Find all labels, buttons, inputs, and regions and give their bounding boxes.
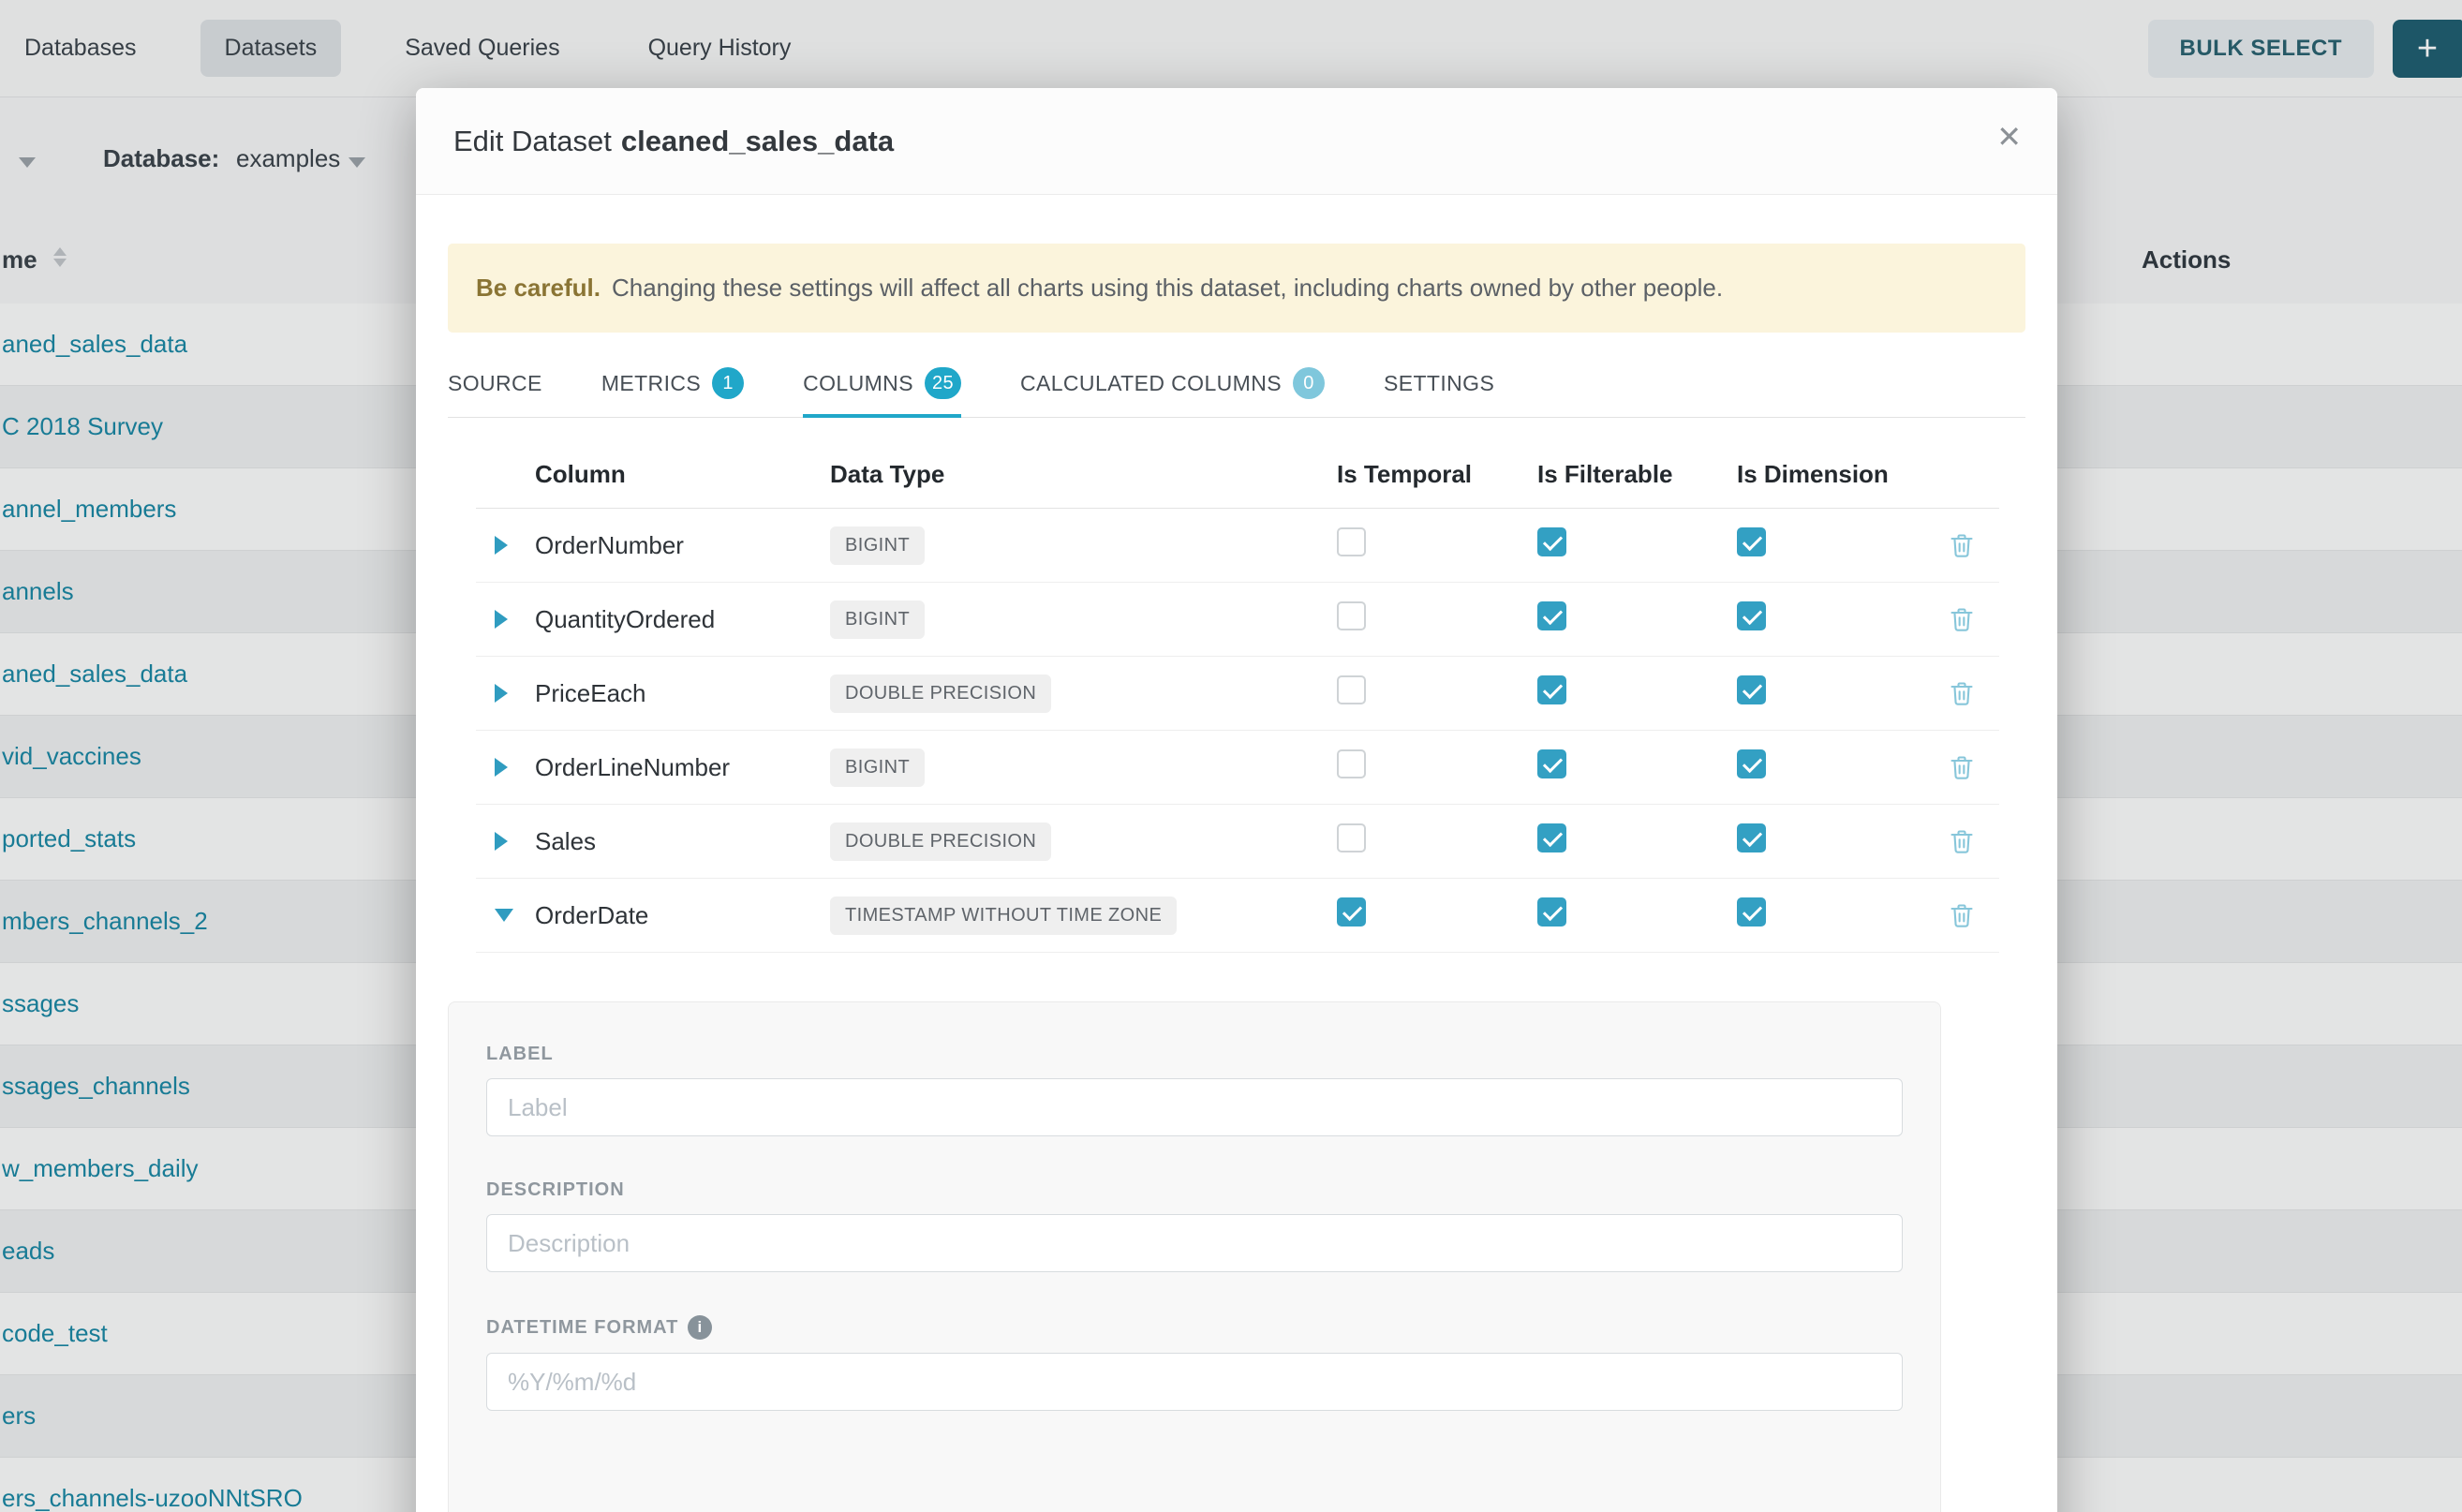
tab-count-badge: 25 xyxy=(925,367,961,399)
column-row: OrderDate TIMESTAMP WITHOUT TIME ZONE xyxy=(476,879,1999,953)
modal-tab-calculated-columns[interactable]: CALCULATED COLUMNS 0 xyxy=(1020,349,1325,417)
is-filterable-checkbox[interactable] xyxy=(1537,601,1566,630)
col-header-data-type: Data Type xyxy=(830,460,1337,489)
is-dimension-checkbox[interactable] xyxy=(1737,823,1766,852)
delete-column-button[interactable] xyxy=(1924,828,1999,854)
data-type-pill: BIGINT xyxy=(830,600,925,639)
modal-tab-settings[interactable]: SETTINGS xyxy=(1384,349,1494,417)
delete-column-button[interactable] xyxy=(1924,754,1999,780)
edit-dataset-modal: Edit Dataset cleaned_sales_data ✕ Be care… xyxy=(416,88,2057,1512)
trash-icon xyxy=(1949,606,1975,632)
is-temporal-checkbox[interactable] xyxy=(1337,601,1366,630)
modal-body: Be careful. Changing these settings will… xyxy=(416,244,2057,1512)
tab-count-badge: 1 xyxy=(712,367,744,399)
trash-icon xyxy=(1949,532,1975,558)
trash-icon xyxy=(1949,828,1975,854)
data-type-pill: BIGINT xyxy=(830,526,925,565)
is-temporal-checkbox[interactable] xyxy=(1337,675,1366,704)
tab-count-badge: 0 xyxy=(1293,367,1325,399)
label-field-label: LABEL xyxy=(486,1044,1903,1065)
is-dimension-checkbox[interactable] xyxy=(1737,749,1766,778)
column-name: OrderDate xyxy=(535,901,830,930)
data-type-pill: DOUBLE PRECISION xyxy=(830,674,1051,713)
is-filterable-checkbox[interactable] xyxy=(1537,749,1566,778)
tab-label: CALCULATED COLUMNS xyxy=(1020,371,1282,396)
trash-icon xyxy=(1949,902,1975,928)
modal-tabs: SOURCE METRICS 1 COLUMNS 25 CALCULATED COL… xyxy=(448,349,2025,418)
columns-table: Column Data Type Is Temporal Is Filterab… xyxy=(476,440,1999,953)
tab-label: METRICS xyxy=(601,371,701,396)
modal-tab-metrics[interactable]: METRICS 1 xyxy=(601,349,744,417)
expand-caret-icon[interactable] xyxy=(495,832,508,851)
is-filterable-checkbox[interactable] xyxy=(1537,823,1566,852)
col-header-is-filterable: Is Filterable xyxy=(1537,460,1737,489)
expand-caret-icon[interactable] xyxy=(495,536,508,555)
delete-column-button[interactable] xyxy=(1924,680,1999,706)
expand-caret-icon[interactable] xyxy=(495,684,508,703)
app-window: DatabasesDatasetsSaved QueriesQuery Hist… xyxy=(0,0,2462,1512)
warning-banner-bold: Be careful. xyxy=(476,274,601,303)
trash-icon xyxy=(1949,680,1975,706)
column-name: OrderLineNumber xyxy=(535,753,830,782)
modal-tab-source[interactable]: SOURCE xyxy=(448,349,542,417)
modal-tab-columns[interactable]: COLUMNS 25 xyxy=(803,349,961,417)
is-temporal-checkbox[interactable] xyxy=(1337,527,1366,556)
is-filterable-checkbox[interactable] xyxy=(1537,527,1566,556)
is-filterable-checkbox[interactable] xyxy=(1537,897,1566,926)
column-name: QuantityOrdered xyxy=(535,605,830,634)
data-type-pill: BIGINT xyxy=(830,749,925,787)
column-row: OrderNumber BIGINT xyxy=(476,509,1999,583)
description-input[interactable] xyxy=(486,1214,1903,1272)
info-icon[interactable]: i xyxy=(688,1315,712,1340)
expand-caret-icon[interactable] xyxy=(495,758,508,777)
tab-label: SOURCE xyxy=(448,371,542,396)
tab-label: COLUMNS xyxy=(803,371,913,396)
description-field-label: DESCRIPTION xyxy=(486,1179,1903,1201)
is-filterable-checkbox[interactable] xyxy=(1537,675,1566,704)
columns-table-header: Column Data Type Is Temporal Is Filterab… xyxy=(476,440,1999,509)
delete-column-button[interactable] xyxy=(1924,902,1999,928)
collapse-caret-icon[interactable] xyxy=(495,909,513,922)
column-row: OrderLineNumber BIGINT xyxy=(476,731,1999,805)
column-row: Sales DOUBLE PRECISION xyxy=(476,805,1999,879)
is-dimension-checkbox[interactable] xyxy=(1737,675,1766,704)
column-name: PriceEach xyxy=(535,679,830,708)
is-dimension-checkbox[interactable] xyxy=(1737,601,1766,630)
modal-title: Edit Dataset cleaned_sales_data xyxy=(453,125,894,158)
col-header-is-temporal: Is Temporal xyxy=(1337,460,1537,489)
is-dimension-checkbox[interactable] xyxy=(1737,527,1766,556)
column-detail-panel: LABEL DESCRIPTION DATETIME FORMATi xyxy=(448,1001,1941,1512)
col-header-is-dimension: Is Dimension xyxy=(1737,460,1924,489)
expand-caret-icon[interactable] xyxy=(495,610,508,629)
trash-icon xyxy=(1949,754,1975,780)
datetime-format-field-label: DATETIME FORMATi xyxy=(486,1315,1903,1340)
column-row: QuantityOrdered BIGINT xyxy=(476,583,1999,657)
modal-header: Edit Dataset cleaned_sales_data ✕ xyxy=(416,88,2057,195)
col-header-column: Column xyxy=(535,460,830,489)
data-type-pill: DOUBLE PRECISION xyxy=(830,823,1051,861)
delete-column-button[interactable] xyxy=(1924,606,1999,632)
delete-column-button[interactable] xyxy=(1924,532,1999,558)
is-temporal-checkbox[interactable] xyxy=(1337,823,1366,852)
warning-banner-text: Changing these settings will affect all … xyxy=(612,274,1723,303)
column-name: OrderNumber xyxy=(535,531,830,560)
is-dimension-checkbox[interactable] xyxy=(1737,897,1766,926)
tab-label: SETTINGS xyxy=(1384,371,1494,396)
close-icon[interactable]: ✕ xyxy=(1996,122,2022,152)
modal-title-prefix: Edit Dataset xyxy=(453,125,612,157)
column-name: Sales xyxy=(535,827,830,856)
datetime-format-input[interactable] xyxy=(486,1353,1903,1411)
is-temporal-checkbox[interactable] xyxy=(1337,897,1366,926)
is-temporal-checkbox[interactable] xyxy=(1337,749,1366,778)
warning-banner: Be careful. Changing these settings will… xyxy=(448,244,2025,333)
column-row: PriceEach DOUBLE PRECISION xyxy=(476,657,1999,731)
modal-dataset-name: cleaned_sales_data xyxy=(621,125,894,157)
data-type-pill: TIMESTAMP WITHOUT TIME ZONE xyxy=(830,897,1177,935)
label-input[interactable] xyxy=(486,1078,1903,1136)
